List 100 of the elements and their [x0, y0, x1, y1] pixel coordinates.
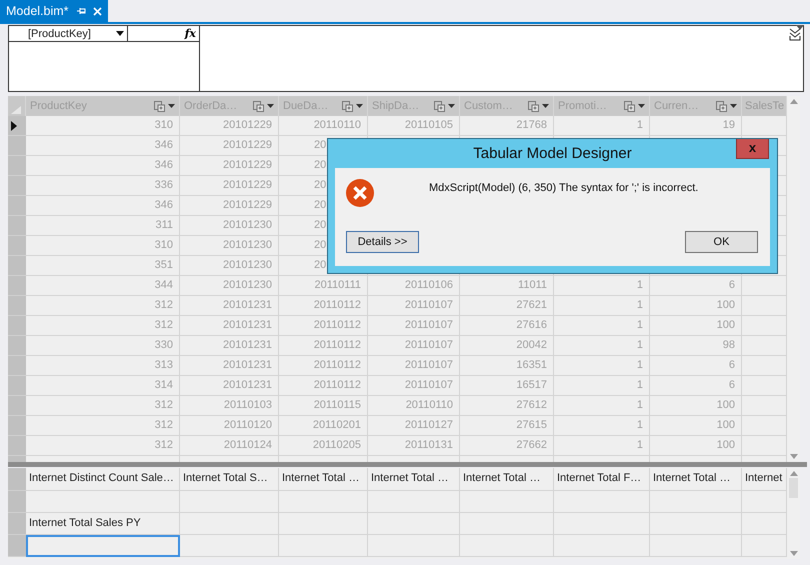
table-cell: 100 [650, 396, 742, 416]
table-cell: 1 [554, 436, 650, 456]
calculator-icon [528, 100, 539, 112]
table-cell: 310 [26, 236, 180, 256]
table-cell: 98 [650, 336, 742, 356]
table-cell: 20101231 [180, 356, 279, 376]
table-cell: 20110115 [279, 396, 368, 416]
table-cell: 100 [650, 436, 742, 456]
table-cell: 310 [26, 116, 180, 136]
table-cell: 27612 [460, 396, 554, 416]
table-cell: 20110205 [279, 436, 368, 456]
splitter[interactable] [8, 462, 807, 467]
measure-cell[interactable] [26, 535, 180, 557]
table-cell: 20101231 [180, 376, 279, 396]
table-cell: 20110107 [368, 376, 460, 396]
table-cell: 1 [554, 296, 650, 316]
table-cell: Internet Distinct Count Sale… [26, 468, 180, 491]
table-cell: 100 [650, 316, 742, 336]
close-button[interactable]: x [736, 139, 769, 159]
table-cell: 314 [26, 376, 180, 396]
table-cell: 20101230 [180, 216, 279, 236]
calculator-icon [624, 100, 635, 112]
calculator-icon [716, 100, 727, 112]
details-button[interactable]: Details >> [346, 231, 419, 253]
table-cell: 312 [26, 316, 180, 336]
table-cell: 27616 [460, 316, 554, 336]
table-cell: 20110124 [180, 436, 279, 456]
scroll-down-icon[interactable] [790, 551, 798, 556]
table-cell: 20110201 [279, 416, 368, 436]
table-cell: 16517 [460, 376, 554, 396]
scroll-down-icon[interactable] [790, 454, 798, 459]
dropdown-caret-icon[interactable] [267, 104, 274, 108]
table-cell: 20101231 [180, 336, 279, 356]
error-message: MdxScript(Model) (6, 350) The syntax for ';' is incorrect. [429, 182, 698, 194]
table-cell: 20101230 [180, 236, 279, 256]
table-cell: 20101229 [180, 116, 279, 136]
table-cell: 346 [26, 136, 180, 156]
table-cell: 20110107 [368, 316, 460, 336]
error-icon [345, 178, 375, 208]
table-cell: Internet Total … [460, 468, 554, 491]
dropdown-caret-icon[interactable] [730, 104, 737, 108]
dialog-title: Tabular Model Designer [472, 144, 633, 164]
current-row-icon [11, 120, 17, 130]
table-cell: 20110120 [180, 416, 279, 436]
table-cell: 27615 [460, 416, 554, 436]
table-cell: 1 [554, 356, 650, 376]
dropdown-caret-icon[interactable] [168, 104, 175, 108]
table-cell: 20101231 [180, 316, 279, 336]
table-cell: 19 [650, 116, 742, 136]
table-cell: 1 [554, 316, 650, 336]
table-cell: 346 [26, 156, 180, 176]
scroll-up-icon[interactable] [790, 471, 798, 476]
table-cell: 312 [26, 296, 180, 316]
table-cell: 20101229 [180, 136, 279, 156]
table-cell: 27662 [460, 436, 554, 456]
table-cell: 1 [554, 116, 650, 136]
dropdown-caret-icon[interactable] [638, 104, 645, 108]
table-cell: 20110107 [368, 296, 460, 316]
table-cell: 100 [650, 296, 742, 316]
measure-cell[interactable]: Internet Total Sales PY [26, 513, 180, 535]
table-cell: 1 [554, 336, 650, 356]
table-cell: 312 [26, 396, 180, 416]
table-cell: 336 [26, 176, 180, 196]
table-cell: 20110106 [368, 276, 460, 296]
dropdown-caret-icon[interactable] [356, 104, 363, 108]
corner-triangle-icon [11, 106, 21, 114]
table-cell: 1 [554, 376, 650, 396]
table-cell: 311 [26, 216, 180, 236]
table-cell: 21768 [460, 116, 554, 136]
scroll-up-icon[interactable] [790, 99, 798, 104]
dropdown-caret-icon[interactable] [448, 104, 455, 108]
table-cell: 20042 [460, 336, 554, 356]
table-cell: 20110107 [368, 336, 460, 356]
table-cell: 1 [554, 416, 650, 436]
table-cell: 20101230 [180, 276, 279, 296]
ok-button[interactable]: OK [685, 231, 758, 253]
calculator-icon [154, 100, 165, 112]
table-cell: 20110112 [279, 336, 368, 356]
table-cell: 344 [26, 276, 180, 296]
table-cell: 346 [26, 196, 180, 216]
table-cell: 20101229 [180, 176, 279, 196]
table-cell: 312 [26, 436, 180, 456]
table-cell: 351 [26, 256, 180, 276]
table-cell: 20110105 [368, 116, 460, 136]
table-cell: Internet Total … [650, 468, 742, 491]
calculator-icon [434, 100, 445, 112]
table-cell: 20110111 [279, 276, 368, 296]
document-tab[interactable]: Model.bim* [0, 0, 108, 22]
table-cell: Internet Total … [368, 468, 460, 491]
table-cell: 20110127 [368, 416, 460, 436]
calculator-icon [342, 100, 353, 112]
row-header[interactable] [8, 116, 26, 136]
pin-icon[interactable] [76, 7, 87, 15]
table-cell: 6 [650, 276, 742, 296]
close-icon[interactable] [92, 6, 102, 16]
table-cell: 1 [554, 396, 650, 416]
table-cell: 11011 [460, 276, 554, 296]
dropdown-caret-icon[interactable] [542, 104, 549, 108]
table-cell: 6 [650, 376, 742, 396]
table-cell: Internet Total … [279, 468, 368, 491]
